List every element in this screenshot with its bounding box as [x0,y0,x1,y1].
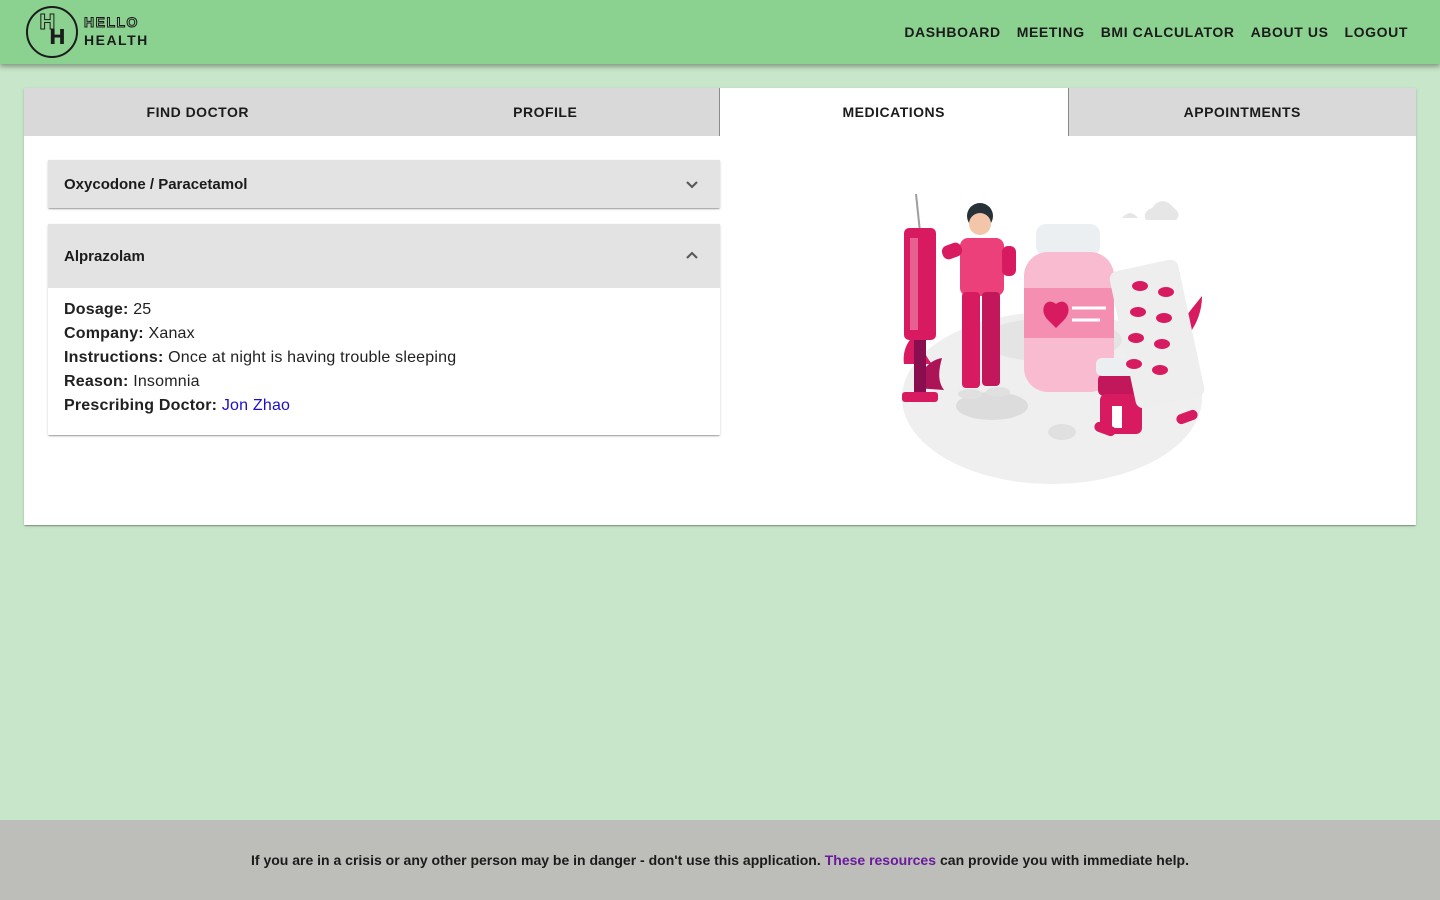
logo-initial-h2: H [49,25,66,49]
medication-header-oxycodone[interactable]: Oxycodone / Paracetamol [48,160,720,208]
logo-line-hello: HELLO [84,14,139,31]
medication-list: Oxycodone / Paracetamol Alprazolam Dosag… [48,160,720,451]
reason-row: Reason: Insomnia [64,370,704,394]
crisis-footer: If you are in a crisis or any other pers… [0,820,1440,900]
medication-header-alprazolam[interactable]: Alprazolam [48,224,720,288]
medication-accordion: Alprazolam Dosage: 25 Company: Xanax Ins… [48,224,720,435]
dosage-value: 25 [133,301,152,318]
medication-accordion: Oxycodone / Paracetamol [48,160,720,208]
crisis-resources-link[interactable]: These resources [825,852,936,868]
company-row: Company: Xanax [64,322,704,346]
medication-details: Dosage: 25 Company: Xanax Instructions: … [48,288,720,435]
tab-appointments[interactable]: APPOINTMENTS [1068,88,1416,136]
top-app-bar: H H HELLO HEALTH DASHBOARD MEETING BMI C… [0,0,1440,64]
instructions-label: Instructions: [64,349,164,366]
medication-name: Alprazolam [64,247,145,265]
nav-logout[interactable]: LOGOUT [1337,18,1416,46]
logo-line-health: HEALTH [84,32,149,48]
doctor-label: Prescribing Doctor: [64,397,218,414]
tab-profile[interactable]: PROFILE [371,88,719,136]
instructions-row: Instructions: Once at night is having tr… [64,346,704,370]
tab-medications[interactable]: MEDICATIONS [719,88,1069,136]
medication-name: Oxycodone / Paracetamol [64,175,248,193]
nav-meeting[interactable]: MEETING [1009,18,1093,46]
tab-bar: FIND DOCTOR PROFILE MEDICATIONS APPOINTM… [24,88,1416,136]
tab-find-doctor[interactable]: FIND DOCTOR [24,88,372,136]
company-label: Company: [64,325,144,342]
instructions-value: Once at night is having trouble sleeping [168,349,457,366]
company-value: Xanax [148,325,195,342]
dosage-label: Dosage: [64,301,129,318]
reason-value: Insomnia [133,373,200,390]
reason-label: Reason: [64,373,129,390]
footer-text-before: If you are in a crisis or any other pers… [251,852,821,868]
main-nav: DASHBOARD MEETING BMI CALCULATOR ABOUT U… [896,0,1416,64]
nav-dashboard[interactable]: DASHBOARD [896,18,1008,46]
chevron-down-icon [686,181,698,189]
footer-text-after: can provide you with immediate help. [940,852,1189,868]
medication-illustration [902,193,1205,484]
doctor-row: Prescribing Doctor: Jon Zhao [64,394,704,418]
logo-wordmark: HELLO HEALTH [84,13,149,49]
dosage-row: Dosage: 25 [64,298,704,322]
nav-bmi-calculator[interactable]: BMI CALCULATOR [1093,18,1243,46]
nav-about-us[interactable]: ABOUT US [1243,18,1337,46]
dashboard-card: FIND DOCTOR PROFILE MEDICATIONS APPOINTM… [24,88,1416,525]
prescribing-doctor-link[interactable]: Jon Zhao [222,397,290,414]
chevron-up-icon [686,251,698,259]
